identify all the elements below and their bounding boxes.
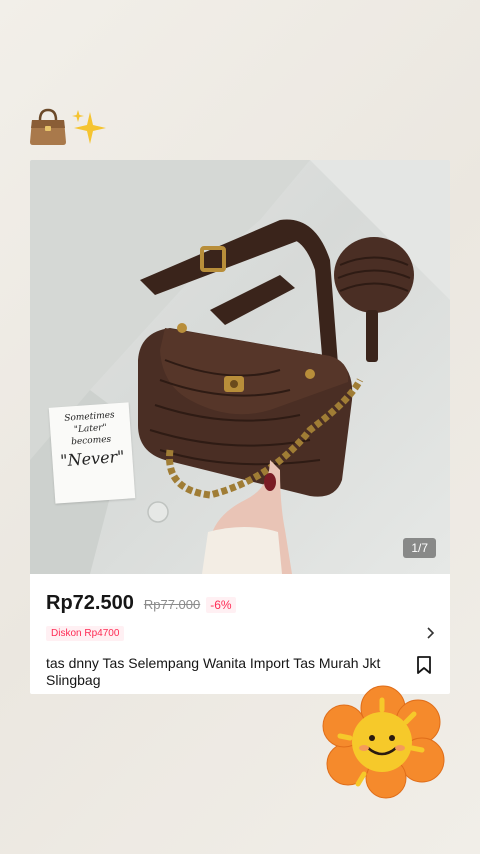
handbag-icon — [30, 108, 66, 145]
chevron-right-icon[interactable] — [424, 626, 436, 640]
quote-note: Sometimes "Later" becomes "Never" — [48, 402, 136, 504]
bag-illustration — [30, 160, 450, 574]
product-card[interactable]: Sometimes "Later" becomes "Never" 1/7 Rp… — [30, 160, 450, 694]
price-row: Rp72.500 Rp77.000 -6% — [46, 592, 236, 615]
price: Rp72.500 — [46, 592, 134, 614]
note-line: "Never" — [59, 446, 126, 471]
product-photo[interactable]: Sometimes "Later" becomes "Never" 1/7 — [30, 160, 450, 574]
original-price: Rp77.000 — [143, 597, 201, 612]
sparkles-icon — [72, 110, 106, 144]
discount-badge: Diskon Rp4700 — [46, 626, 125, 641]
image-counter: 1/7 — [403, 538, 436, 558]
sun-flower-sticker — [322, 685, 445, 799]
discount-percent: -6% — [206, 597, 236, 613]
bookmark-icon[interactable] — [416, 656, 432, 674]
